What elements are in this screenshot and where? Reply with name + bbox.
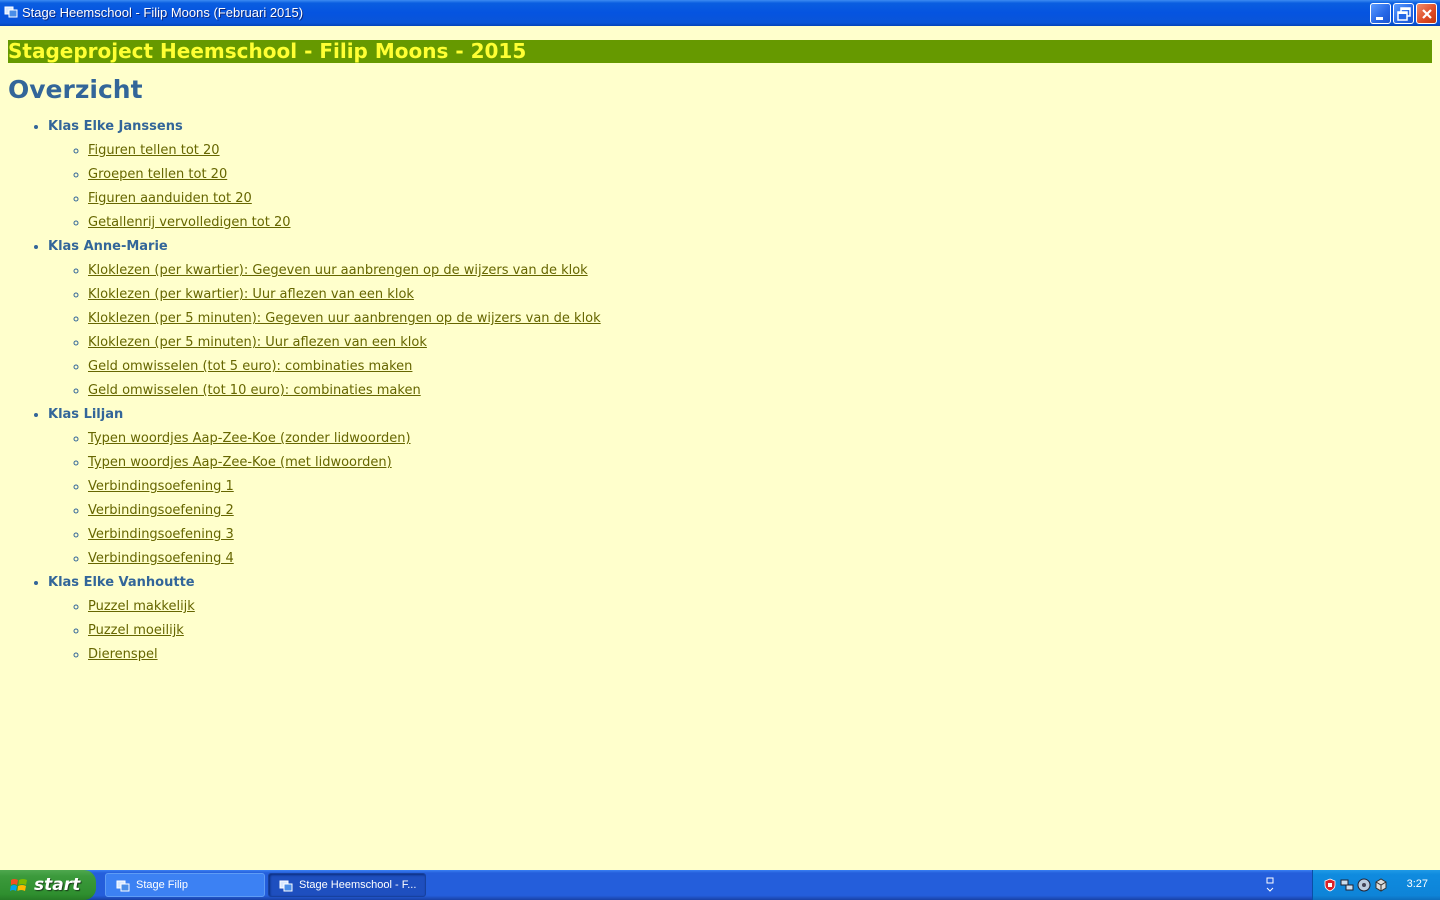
taskbar: start Stage Filip Stage Heemschool - F..… bbox=[0, 870, 1440, 900]
class-item: Klas Liljan Typen woordjes Aap-Zee-Koe (z… bbox=[48, 403, 1432, 571]
exercise-item: Verbindingsoefening 1 bbox=[88, 475, 1432, 499]
class-item: Klas Anne-Marie Kloklezen (per kwartier):… bbox=[48, 235, 1432, 403]
exercise-link[interactable]: Puzzel makkelijk bbox=[88, 599, 195, 614]
restore-button[interactable] bbox=[1393, 3, 1414, 24]
exercise-link[interactable]: Getallenrij vervolledigen tot 20 bbox=[88, 215, 291, 230]
exercise-list: Puzzel makkelijk Puzzel moeilijk Dierenspe… bbox=[48, 595, 1432, 667]
exercise-link[interactable]: Verbindingsoefening 1 bbox=[88, 479, 234, 494]
class-name: Klas Elke Vanhoutte bbox=[48, 575, 195, 590]
exercise-item: Getallenrij vervolledigen tot 20 bbox=[88, 211, 1432, 235]
exercise-item: Puzzel moeilijk bbox=[88, 619, 1432, 643]
taskbar-item-label: Stage Filip bbox=[136, 879, 188, 891]
exercise-item: Figuren tellen tot 20 bbox=[88, 139, 1432, 163]
app-window-icon bbox=[116, 880, 130, 892]
page-content: Stageproject Heemschool - Filip Moons - … bbox=[8, 40, 1432, 667]
close-button[interactable] bbox=[1416, 3, 1437, 24]
exercise-item: Verbindingsoefening 4 bbox=[88, 547, 1432, 571]
exercise-item: Dierenspel bbox=[88, 643, 1432, 667]
start-label: start bbox=[34, 875, 81, 895]
exercise-link[interactable]: Verbindingsoefening 4 bbox=[88, 551, 234, 566]
exercise-link[interactable]: Verbindingsoefening 2 bbox=[88, 503, 234, 518]
app-window-icon bbox=[4, 6, 18, 18]
exercise-item: Typen woordjes Aap-Zee-Koe (met lidwoord… bbox=[88, 451, 1432, 475]
system-tray: 3:27 bbox=[1312, 870, 1440, 900]
show-hidden-icons-icon[interactable] bbox=[1264, 876, 1276, 894]
class-name: Klas Elke Janssens bbox=[48, 119, 183, 134]
site-banner: Stageproject Heemschool - Filip Moons - … bbox=[8, 40, 1432, 63]
exercise-item: Puzzel makkelijk bbox=[88, 595, 1432, 619]
class-name: Klas Liljan bbox=[48, 407, 124, 422]
taskbar-item-stage-heemschool[interactable]: Stage Heemschool - F... bbox=[268, 873, 426, 897]
exercise-item: Geld omwisselen (tot 10 euro): combinati… bbox=[88, 379, 1432, 403]
exercise-list: Typen woordjes Aap-Zee-Koe (zonder lidwo… bbox=[48, 427, 1432, 571]
exercise-item: Geld omwisselen (tot 5 euro): combinatie… bbox=[88, 355, 1432, 379]
minimize-icon bbox=[1376, 17, 1383, 20]
page-title: Overzicht bbox=[8, 75, 143, 104]
volume-icon[interactable] bbox=[1357, 878, 1371, 892]
exercise-link[interactable]: Geld omwisselen (tot 5 euro): combinatie… bbox=[88, 359, 412, 374]
exercise-item: Verbindingsoefening 3 bbox=[88, 523, 1432, 547]
exercise-link[interactable]: Figuren aanduiden tot 20 bbox=[88, 191, 252, 206]
close-icon bbox=[1422, 9, 1432, 19]
exercise-link[interactable]: Puzzel moeilijk bbox=[88, 623, 184, 638]
exercise-link[interactable]: Typen woordjes Aap-Zee-Koe (met lidwoord… bbox=[88, 455, 392, 470]
class-item: Klas Elke VanhouttePuzzel makkelijkPuzze… bbox=[48, 571, 1432, 667]
exercise-link[interactable]: Kloklezen (per 5 minuten): Gegeven uur a… bbox=[88, 311, 601, 326]
exercise-item: Kloklezen (per 5 minuten): Gegeven uur a… bbox=[88, 307, 1432, 331]
windows-logo-icon bbox=[10, 879, 27, 891]
exercise-link[interactable]: Kloklezen (per kwartier): Gegeven uur aa… bbox=[88, 263, 588, 278]
exercise-item: Kloklezen (per kwartier): Uur aflezen va… bbox=[88, 283, 1432, 307]
exercise-link[interactable]: Dierenspel bbox=[88, 647, 158, 662]
usb-device-icon[interactable] bbox=[1374, 878, 1388, 892]
security-shield-icon[interactable] bbox=[1323, 878, 1337, 892]
window-title: Stage Heemschool - Filip Moons (Februari… bbox=[22, 5, 304, 20]
exercise-list: Kloklezen (per kwartier): Gegeven uur aa… bbox=[48, 259, 1432, 403]
exercise-link[interactable]: Geld omwisselen (tot 10 euro): combinati… bbox=[88, 383, 421, 398]
exercise-item: Typen woordjes Aap-Zee-Koe (zonder lidwo… bbox=[88, 427, 1432, 451]
exercise-link[interactable]: Figuren tellen tot 20 bbox=[88, 143, 220, 158]
restore-icon bbox=[1397, 7, 1411, 21]
app-window-icon bbox=[279, 880, 293, 892]
exercise-item: Verbindingsoefening 2 bbox=[88, 499, 1432, 523]
exercise-item: Kloklezen (per 5 minuten): Uur aflezen v… bbox=[88, 331, 1432, 355]
class-name: Klas Anne-Marie bbox=[48, 239, 168, 254]
network-icon[interactable] bbox=[1340, 878, 1354, 892]
exercise-link[interactable]: Kloklezen (per 5 minuten): Uur aflezen v… bbox=[88, 335, 427, 350]
taskbar-item-label: Stage Heemschool - F... bbox=[299, 879, 417, 891]
window-titlebar[interactable]: Stage Heemschool - Filip Moons (Februari… bbox=[0, 0, 1440, 26]
exercise-link[interactable]: Kloklezen (per kwartier): Uur aflezen va… bbox=[88, 287, 414, 302]
exercise-link[interactable]: Verbindingsoefening 3 bbox=[88, 527, 234, 542]
exercise-list: Figuren tellen tot 20 Groepen tellen tot … bbox=[48, 139, 1432, 235]
exercise-item: Kloklezen (per kwartier): Gegeven uur aa… bbox=[88, 259, 1432, 283]
minimize-button[interactable] bbox=[1370, 3, 1391, 24]
start-button[interactable]: start bbox=[0, 870, 96, 900]
class-list: Klas Elke Janssens Figuren tellen tot 20 G… bbox=[8, 115, 1432, 667]
exercise-link[interactable]: Groepen tellen tot 20 bbox=[88, 167, 227, 182]
taskbar-clock: 3:27 bbox=[1406, 878, 1428, 890]
exercise-item: Groepen tellen tot 20 bbox=[88, 163, 1432, 187]
taskbar-item-stage-filip[interactable]: Stage Filip bbox=[105, 873, 265, 897]
exercise-link[interactable]: Typen woordjes Aap-Zee-Koe (zonder lidwo… bbox=[88, 431, 411, 446]
class-item: Klas Elke Janssens Figuren tellen tot 20 G… bbox=[48, 115, 1432, 235]
exercise-item: Figuren aanduiden tot 20 bbox=[88, 187, 1432, 211]
